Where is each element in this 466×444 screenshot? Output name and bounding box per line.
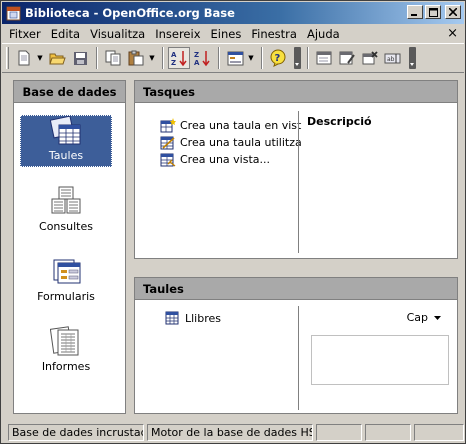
- tables-panel: Taules Llibres Cap: [134, 277, 458, 414]
- open-folder-icon[interactable]: [46, 47, 68, 69]
- title-bar[interactable]: Biblioteca - OpenOffice.org Base: [2, 2, 464, 24]
- reports-icon: [48, 325, 84, 357]
- preview-area: [311, 335, 449, 385]
- svg-text:Z: Z: [194, 51, 199, 59]
- toolbar-separator: [96, 47, 98, 69]
- table-wizard-icon: [159, 134, 177, 150]
- menu-finestra[interactable]: Finestra: [246, 27, 302, 41]
- app-window: Biblioteca - OpenOffice.org Base Fitxer …: [0, 0, 466, 444]
- nav-item-label: Taules: [48, 149, 84, 162]
- task-label: Crea una taula en vist: [180, 118, 302, 132]
- help-icon[interactable]: ?: [267, 47, 289, 69]
- minimize-button[interactable]: [407, 5, 423, 19]
- task-create-table-wizard[interactable]: Crea una taula utilitza: [159, 134, 302, 150]
- status-cell-empty: [414, 424, 464, 441]
- menu-ajuda[interactable]: Ajuda: [302, 27, 345, 41]
- nav-item-forms[interactable]: Formularis: [20, 255, 112, 307]
- database-app-icon[interactable]: [5, 5, 21, 21]
- status-database-engine: Motor de la base de dades HSQL: [147, 424, 313, 441]
- menu-eines[interactable]: Eines: [206, 27, 247, 41]
- preview-select-value: Cap: [406, 311, 428, 324]
- toolbar-separator: [162, 47, 164, 69]
- queries-icon: [48, 185, 84, 217]
- main-area: Base de dades Taules Consultes Formulari…: [2, 74, 464, 421]
- task-label: Crea una vista...: [180, 152, 270, 166]
- close-button[interactable]: [445, 5, 461, 19]
- task-create-table-design[interactable]: Crea una taula en vist: [159, 117, 301, 133]
- status-bar: Base de dades incrustada Motor de la bas…: [2, 422, 464, 443]
- tasks-divider[interactable]: [298, 111, 299, 253]
- menu-bar: Fitxer Edita Visualitza Insereix Eines F…: [2, 24, 464, 43]
- sort-ascending-icon[interactable]: AZ: [168, 47, 190, 69]
- tasks-panel: Tasques Crea una taula en vist Crea una …: [134, 80, 458, 259]
- menu-insereix[interactable]: Insereix: [150, 27, 205, 41]
- svg-text:Z: Z: [171, 59, 176, 67]
- status-cell-empty: [365, 424, 411, 441]
- toolbar-separator: [307, 47, 309, 69]
- forms-icon: [48, 255, 84, 287]
- tables-icon: [48, 116, 84, 146]
- form-dropdown-arrow[interactable]: ▼: [247, 47, 255, 69]
- table-item-llibres[interactable]: Llibres: [163, 310, 221, 326]
- status-cell-empty: [316, 424, 362, 441]
- svg-text:A: A: [194, 59, 200, 67]
- paste-dropdown-arrow[interactable]: ▼: [148, 47, 156, 69]
- delete-object-icon[interactable]: [359, 47, 381, 69]
- nav-item-label: Formularis: [37, 290, 95, 303]
- tasks-panel-header: Tasques: [135, 81, 457, 103]
- table-icon: [163, 310, 181, 326]
- new-document-icon[interactable]: [13, 47, 35, 69]
- create-view-icon: [159, 151, 177, 167]
- toolbar-overflow-button-2[interactable]: [409, 47, 416, 69]
- menu-edita[interactable]: Edita: [46, 27, 85, 41]
- toolbar-grip[interactable]: [6, 47, 9, 69]
- toolbar-separator: [261, 47, 263, 69]
- nav-item-label: Consultes: [39, 220, 93, 233]
- table-design-icon: [159, 117, 177, 133]
- svg-text:?: ?: [275, 53, 281, 64]
- table-item-label: Llibres: [185, 311, 222, 325]
- standard-toolbar: ▼ ▼ AZ ZA ▼ ? ab: [2, 43, 464, 73]
- copy-icon[interactable]: [102, 47, 124, 69]
- form-icon[interactable]: [224, 47, 246, 69]
- edit-object-icon[interactable]: [336, 47, 358, 69]
- toolbar-overflow-button[interactable]: [294, 47, 301, 69]
- description-label: Descripció: [307, 115, 372, 128]
- tables-divider[interactable]: [298, 306, 299, 410]
- tables-panel-header: Taules: [135, 278, 457, 300]
- nav-item-reports[interactable]: Informes: [20, 325, 112, 377]
- task-create-view[interactable]: Crea una vista...: [159, 151, 270, 167]
- new-dropdown-arrow[interactable]: ▼: [36, 47, 44, 69]
- window-title: Biblioteca - OpenOffice.org Base: [25, 6, 235, 20]
- rename-object-icon[interactable]: ab: [382, 47, 404, 69]
- status-database-type: Base de dades incrustada: [8, 424, 144, 441]
- maximize-button[interactable]: [425, 5, 441, 19]
- close-document-icon[interactable]: ×: [447, 26, 458, 41]
- save-icon[interactable]: [69, 47, 91, 69]
- task-label: Crea una taula utilitza: [180, 135, 302, 149]
- toolbar-separator: [218, 47, 220, 69]
- menu-fitxer[interactable]: Fitxer: [4, 27, 46, 41]
- nav-item-tables[interactable]: Taules: [20, 115, 112, 167]
- database-panel-header: Base de dades: [14, 81, 125, 103]
- svg-text:ab: ab: [387, 56, 395, 63]
- sort-descending-icon[interactable]: ZA: [191, 47, 213, 69]
- menu-visualitza[interactable]: Visualitza: [85, 27, 150, 41]
- nav-item-queries[interactable]: Consultes: [20, 185, 112, 237]
- nav-item-label: Informes: [41, 360, 91, 373]
- paste-icon[interactable]: [125, 47, 147, 69]
- chevron-down-icon: [434, 311, 441, 324]
- svg-text:A: A: [171, 51, 177, 59]
- database-panel: Base de dades Taules Consultes Formulari…: [13, 80, 126, 414]
- open-object-icon[interactable]: [313, 47, 335, 69]
- preview-select[interactable]: Cap: [407, 311, 441, 324]
